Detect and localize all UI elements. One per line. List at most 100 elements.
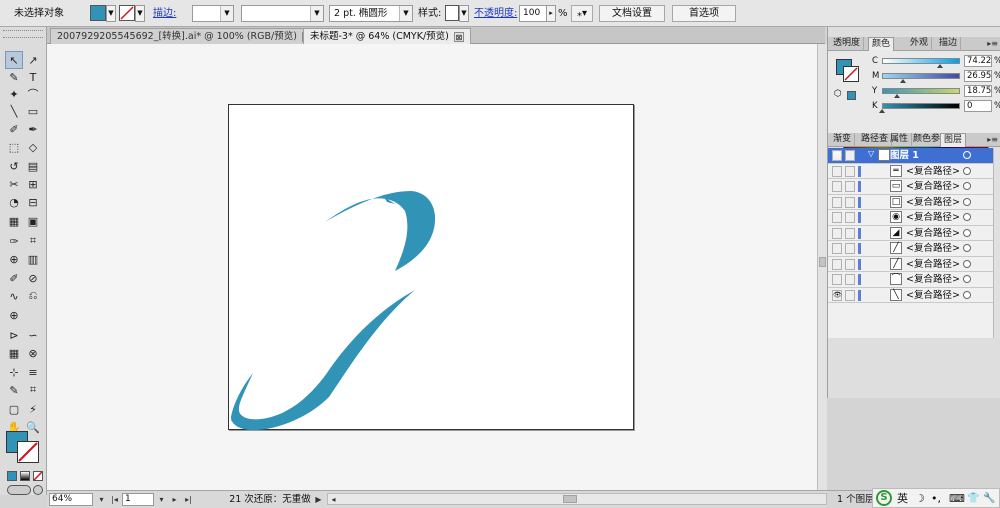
lock-toggle[interactable]	[845, 243, 855, 254]
panel-grip[interactable]	[3, 30, 43, 38]
target-icon[interactable]	[963, 182, 971, 190]
lang-indicator[interactable]: 英	[897, 491, 908, 506]
slider-thumb[interactable]	[879, 109, 885, 113]
lock-toggle[interactable]	[845, 181, 855, 192]
layer-row[interactable]: ◉ <复合路径>	[828, 210, 993, 226]
channel-slider[interactable]	[882, 58, 960, 64]
stroke-color-box[interactable]	[17, 441, 39, 463]
play-icon[interactable]: ▶	[313, 493, 324, 506]
keyboard-icon[interactable]: ⌨	[949, 491, 965, 506]
path-cut-tool-icon[interactable]: ∿	[5, 287, 23, 305]
selection-tool-icon[interactable]: ↖	[5, 51, 23, 69]
close-icon[interactable]: ⊠	[453, 31, 464, 42]
lock-toggle[interactable]	[845, 212, 855, 223]
lock-toggle[interactable]	[845, 227, 855, 239]
eye-icon[interactable]: 👁	[832, 150, 842, 161]
stroke-weight-combo[interactable]: ▼	[192, 5, 234, 22]
eye-icon[interactable]	[832, 165, 842, 177]
eye-icon[interactable]	[832, 274, 842, 285]
channel-value-input[interactable]: 74.22	[964, 55, 992, 67]
vertical-scrollbar[interactable]	[817, 44, 827, 490]
panel-menu-icon[interactable]: ▸≡	[987, 38, 998, 49]
channel-value-input[interactable]: 0	[964, 100, 992, 112]
zoom-dropdown-icon[interactable]: ▾	[96, 493, 107, 506]
tab-appearance[interactable]: 外观	[907, 37, 933, 51]
layer-row[interactable]: ◢ <复合路径>	[828, 226, 993, 241]
eye-icon[interactable]	[832, 258, 842, 270]
brush-stroke-artwork[interactable]	[229, 105, 635, 431]
eye-icon[interactable]	[832, 227, 842, 239]
rotate-tool-icon[interactable]: ↺	[5, 157, 23, 175]
skin-icon[interactable]: 👕	[967, 491, 979, 506]
knife-tool-icon[interactable]: ⚡	[24, 400, 42, 418]
eyedropper-tool-icon[interactable]: ✑	[5, 232, 23, 250]
column-graph-tool-icon[interactable]: ⌗	[24, 381, 42, 399]
variable-width-combo[interactable]: ▼	[241, 5, 324, 22]
style-dropdown-icon[interactable]: ▼	[459, 5, 469, 22]
layer-row[interactable]: ═ <复合路径>	[828, 164, 993, 179]
smooth-tool-icon[interactable]: ⎌	[24, 287, 42, 305]
target-icon[interactable]	[963, 228, 971, 237]
tab-transparency[interactable]: 透明度	[830, 37, 865, 51]
layer-row[interactable]: ╱ <复合路径>	[828, 257, 993, 272]
eye-icon[interactable]	[832, 243, 842, 254]
color-mode-button[interactable]	[7, 471, 17, 481]
none-mode-button[interactable]	[33, 471, 43, 481]
artboard-alt-tool-icon[interactable]: ▢	[5, 400, 23, 418]
target-icon[interactable]	[963, 259, 971, 268]
measure-tool-icon[interactable]: ⊹	[5, 363, 23, 381]
scroll-left-icon[interactable]: ◂	[328, 493, 339, 506]
layer-row[interactable]: ╱ <复合路径>	[828, 241, 993, 257]
first-page-button[interactable]: |◂	[109, 493, 120, 506]
preferences-button[interactable]: 首选项	[672, 5, 736, 22]
target-icon[interactable]	[963, 290, 971, 299]
sogou-ime-icon[interactable]: S	[876, 490, 892, 506]
tab-document-1[interactable]: 2007929205545692_[转换].ai* @ 100% (RGB/预览…	[50, 28, 319, 44]
gradient-tool-icon[interactable]: ▣	[24, 212, 42, 230]
gradient-mode-button[interactable]	[20, 471, 30, 481]
canvas-area[interactable]	[47, 44, 817, 490]
layers-scrollbar[interactable]	[993, 148, 1000, 338]
tab-document-2[interactable]: 未标题-3* @ 64% (CMYK/预览) ⊠	[303, 28, 471, 44]
next-page-button[interactable]: ▸	[169, 493, 180, 506]
eye-icon[interactable]	[832, 212, 842, 223]
anchor-add-tool-icon[interactable]: ✐	[5, 269, 23, 287]
live-paint-select-tool-icon[interactable]: ▥	[24, 250, 42, 268]
brush-definition-combo[interactable]: 2 pt. 椭圆形 ▼	[329, 5, 413, 22]
wrench-icon[interactable]: 🔧	[983, 491, 995, 506]
stroke-dropdown-icon[interactable]: ▼	[135, 5, 145, 22]
stroke-color-box[interactable]	[843, 66, 859, 82]
layer-row[interactable]: □ <复合路径>	[828, 195, 993, 210]
rectangle-tool-icon[interactable]: ▭	[24, 102, 42, 120]
layer-row[interactable]: ⌒ <复合路径>	[828, 272, 993, 288]
tab-color-guide[interactable]: 颜色参	[910, 133, 945, 147]
warp-tool-icon[interactable]: ∽	[24, 326, 42, 344]
target-icon[interactable]	[963, 166, 971, 175]
fill-swatch[interactable]	[90, 5, 106, 21]
tab-layers[interactable]: 图层	[940, 133, 967, 147]
target-icon[interactable]	[963, 151, 971, 159]
channel-slider[interactable]	[882, 73, 960, 79]
perspective-grid-tool-icon[interactable]: ⊟	[24, 193, 42, 211]
horizontal-scrollbar[interactable]: ◂	[327, 493, 827, 505]
page-dropdown-icon[interactable]: ▾	[156, 493, 167, 506]
mesh-tool-icon[interactable]: ▦	[5, 212, 23, 230]
lock-toggle[interactable]	[845, 258, 855, 270]
layer-row-top[interactable]: 👁 ▽ 图层 1	[828, 148, 993, 164]
symbol-tool-icon[interactable]: ⊕	[5, 306, 23, 324]
style-swatch[interactable]	[445, 5, 459, 21]
artboard-tool-icon[interactable]: ⊳	[5, 326, 23, 344]
slider-thumb[interactable]	[900, 79, 907, 83]
tab-attributes[interactable]: 属性	[887, 133, 913, 147]
blob-brush-tool-icon[interactable]: ⬚	[5, 138, 23, 156]
anchor-convert-tool-icon[interactable]: ⊘	[24, 269, 42, 287]
document-setup-button[interactable]: 文档设置	[599, 5, 665, 22]
type-tool-icon[interactable]: ⌒	[24, 85, 42, 103]
select-similar-icon[interactable]: ⁎▾	[571, 5, 593, 22]
channel-value-input[interactable]: 18.75	[964, 85, 992, 97]
fill-dropdown-icon[interactable]: ▼	[106, 5, 116, 22]
channel-slider[interactable]	[882, 103, 960, 109]
target-icon[interactable]	[963, 197, 971, 206]
punctuation-icon[interactable]: •,	[931, 491, 941, 506]
magic-wand-tool-icon[interactable]: ✎	[5, 68, 23, 86]
